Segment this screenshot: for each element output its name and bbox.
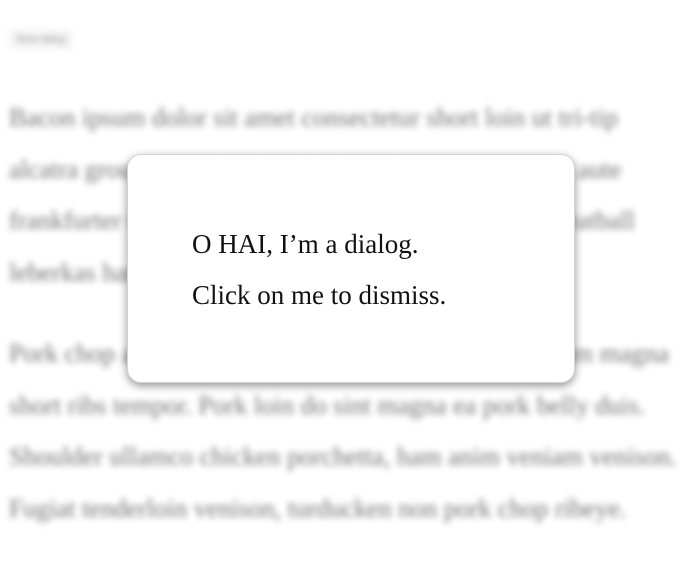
modal-dialog[interactable]: O HAI, I’m a dialog. Click on me to dism… bbox=[127, 154, 575, 383]
dialog-message: O HAI, I’m a dialog. Click on me to dism… bbox=[192, 219, 446, 321]
show-dialog-button[interactable]: Show dialog bbox=[10, 31, 72, 48]
dialog-message-line-1: O HAI, I’m a dialog. bbox=[192, 229, 419, 259]
dialog-message-line-2: Click on me to dismiss. bbox=[192, 280, 447, 310]
